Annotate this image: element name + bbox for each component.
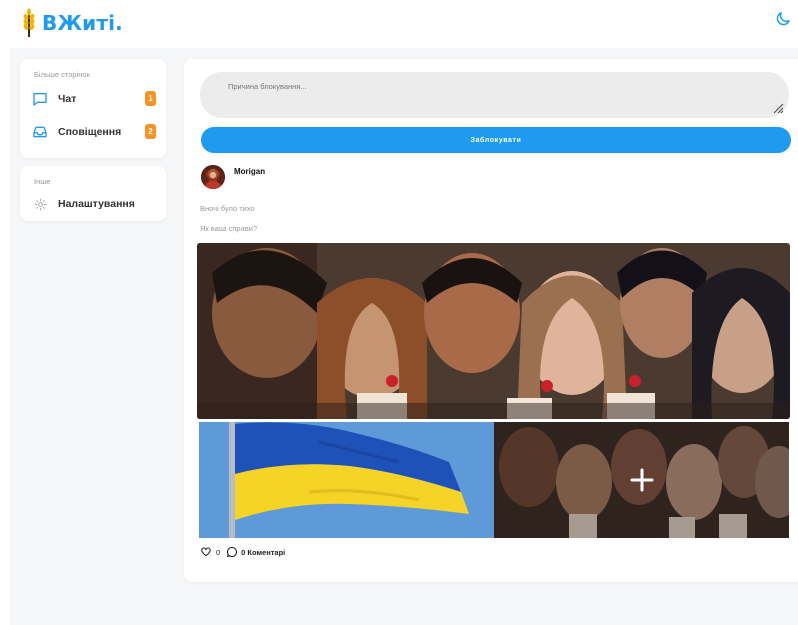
- sidebar-item-label: Чат: [58, 93, 77, 105]
- comments-link[interactable]: 0 Коментарі: [241, 548, 285, 557]
- notifications-badge: 2: [145, 124, 156, 139]
- more-images-overlay: [494, 422, 789, 538]
- block-button[interactable]: Заблокувати: [201, 127, 791, 153]
- sidebar-section-title: Більше сторінок: [34, 70, 90, 79]
- resize-grip-icon[interactable]: [772, 102, 784, 114]
- block-reason-input[interactable]: [200, 72, 789, 118]
- sidebar-item-label: Налаштування: [58, 198, 135, 210]
- post-image[interactable]: [199, 422, 494, 538]
- chat-badge: 1: [145, 91, 156, 106]
- post-text-line: Вночі було тихо: [200, 204, 255, 213]
- sidebar-other-card: Інше Налаштування: [20, 166, 166, 221]
- sidebar-item-label: Сповіщення: [58, 126, 122, 138]
- sidebar-item-settings[interactable]: Налаштування: [32, 194, 156, 214]
- wheat-icon: [23, 8, 35, 37]
- logo-text: ВЖиті.: [42, 11, 123, 35]
- post-card: Заблокувати Morigan Вночі було тихо Як в…: [184, 59, 798, 582]
- top-bar: ВЖиті.: [0, 0, 798, 48]
- post-actions: 0 0 Коментарі: [201, 545, 285, 559]
- heart-icon[interactable]: [201, 547, 211, 557]
- gear-icon: [32, 196, 48, 212]
- plus-icon: [630, 468, 653, 492]
- comment-icon[interactable]: [226, 546, 238, 558]
- post-image[interactable]: [197, 243, 790, 419]
- post-image-more[interactable]: [494, 422, 789, 538]
- like-count: 0: [216, 547, 221, 557]
- post-author[interactable]: Morigan: [234, 167, 265, 176]
- logo[interactable]: ВЖиті.: [22, 8, 123, 38]
- inbox-icon: [32, 124, 48, 140]
- avatar[interactable]: [201, 165, 225, 189]
- chat-icon: [32, 91, 48, 107]
- post-text-line: Як ваші справи?: [200, 224, 258, 233]
- sidebar-section-title: Інше: [34, 177, 51, 186]
- sidebar-item-notifications[interactable]: Сповіщення 2: [32, 122, 156, 142]
- sidebar-pages-card: Більше сторінок Чат 1 Сповіщення 2: [20, 59, 166, 158]
- moon-icon[interactable]: [774, 10, 792, 28]
- sidebar-item-chat[interactable]: Чат 1: [32, 89, 156, 109]
